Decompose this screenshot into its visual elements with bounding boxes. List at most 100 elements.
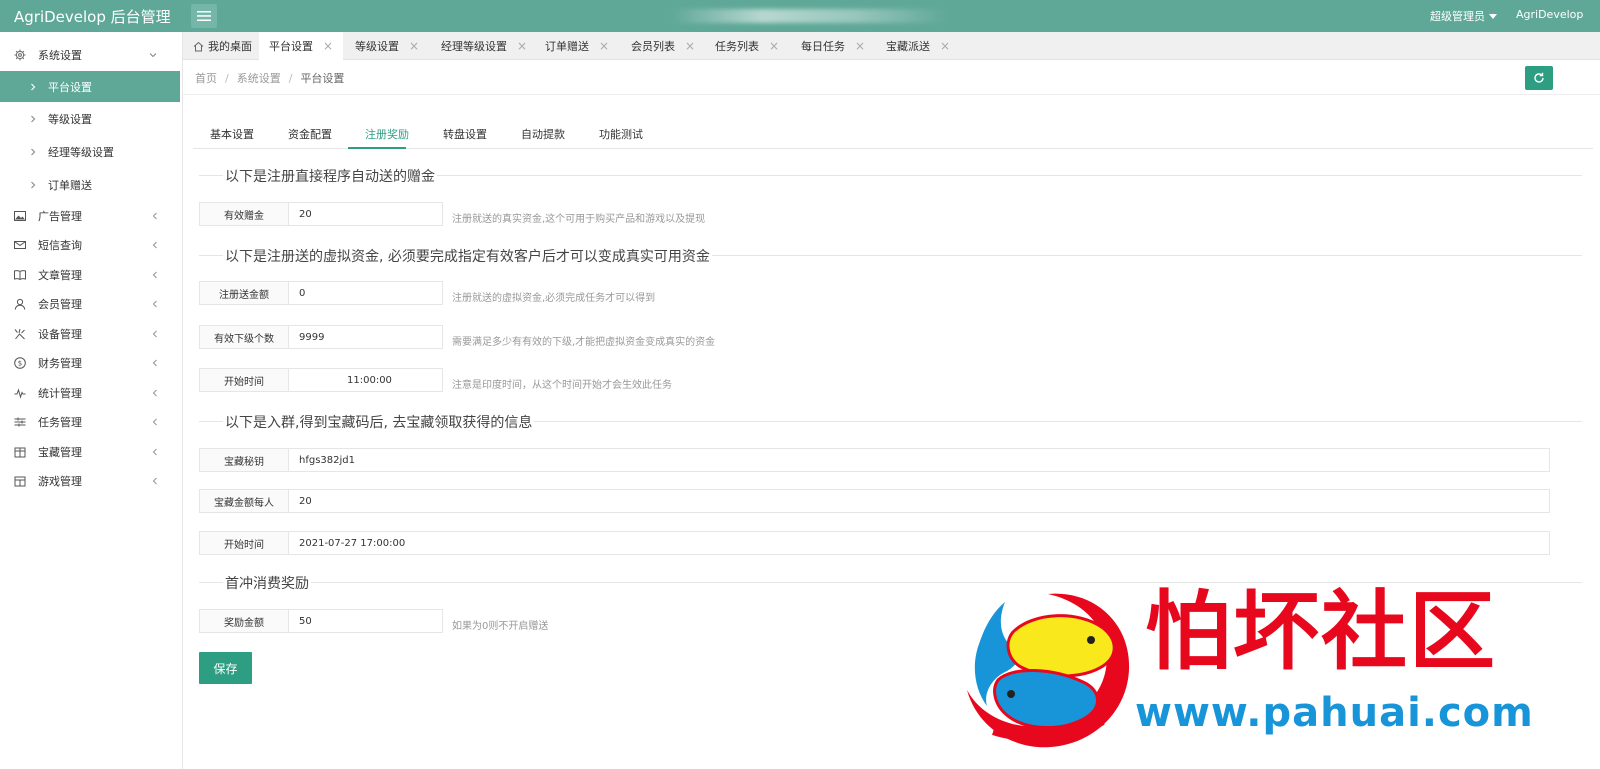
chevron-left-icon [152,212,157,220]
sidebar-item-games[interactable]: 游戏管理 [0,466,183,496]
breadcrumb-separator: / [288,72,293,85]
breadcrumb-home[interactable]: 首页 [195,72,217,85]
sidebar-item-label: 短信查询 [38,239,82,252]
watermark-url: www.pahuai.com [1135,690,1534,736]
gear-icon [14,49,26,61]
chevron-left-icon [152,330,157,338]
breadcrumb-parent[interactable]: 系统设置 [237,72,281,85]
tab-task-list[interactable]: 任务列表 × [705,32,789,60]
device-icon [14,328,25,340]
tab-label: 平台设置 [269,40,313,53]
first-reward-hint: 如果为0则不开启赠送 [452,621,549,632]
sidebar-item-statistics[interactable]: 统计管理 [0,378,183,408]
sidebar-item-finance[interactable]: $ 财务管理 [0,348,183,378]
close-icon[interactable]: × [409,39,419,53]
breadcrumb-current: 平台设置 [300,72,345,85]
chevron-left-icon [152,300,157,308]
sidebar-item-ads[interactable]: 广告管理 [0,201,183,231]
section-title-first-recharge: 首冲消费奖励 [223,573,311,593]
refresh-button[interactable] [1525,66,1553,90]
first-reward-input[interactable]: 50 [288,609,443,633]
sidebar-item-label: 文章管理 [38,269,82,282]
treasure-amount-input[interactable]: 20 [288,489,1550,513]
close-icon[interactable]: × [769,39,779,53]
chevron-right-icon [31,181,36,189]
book-icon [14,270,26,281]
sidebar-item-order-gift[interactable]: 订单赠送 [0,170,180,200]
sidebar-item-articles[interactable]: 文章管理 [0,260,183,290]
tab-basic-settings[interactable]: 基本设置 [210,126,254,142]
chevron-left-icon [152,448,157,456]
sidebar-item-label: 会员管理 [38,298,82,311]
menu-toggle-button[interactable] [191,4,217,28]
tab-daily-tasks[interactable]: 每日任务 × [791,32,875,60]
sidebar-item-platform-settings[interactable]: 平台设置 [0,71,180,102]
close-icon[interactable]: × [599,39,609,53]
bonus-label: 有效赠金 [199,202,289,226]
tab-level-settings[interactable]: 等级设置 × [345,32,429,60]
close-icon[interactable]: × [940,39,950,53]
fish-logo-icon [967,593,1130,748]
close-icon[interactable]: × [323,39,333,53]
breadcrumb: 首页 / 系统设置 / 平台设置 [195,70,344,86]
sub-count-hint: 需要满足多少有有效的下级,才能把虚拟资金变成真实的资金 [452,337,716,348]
sidebar-item-label: 等级设置 [48,113,92,126]
virtual-amount-input[interactable]: 0 [288,281,443,305]
chevron-left-icon [152,271,157,279]
sub-count-label: 有效下级个数 [199,325,289,349]
start-time-input[interactable]: 11:00:00 [288,368,443,392]
tab-member-list[interactable]: 会员列表 × [621,32,705,60]
sidebar: 系统设置 平台设置 等级设置 经理等级设置 订单赠送 广告管理 短信查询 文章管… [0,32,183,769]
user-icon [14,298,26,310]
close-icon[interactable]: × [517,39,527,53]
active-tab-indicator [348,147,406,149]
tab-wheel-settings[interactable]: 转盘设置 [443,126,487,142]
sidebar-item-manager-level-settings[interactable]: 经理等级设置 [0,137,180,167]
svg-text:$: $ [18,360,22,368]
bonus-input[interactable]: 20 [288,202,443,226]
tab-manager-level-settings[interactable]: 经理等级设置 × [431,32,537,60]
sidebar-group-system-settings[interactable]: 系统设置 [0,40,183,70]
user-menu[interactable]: 超级管理员 [1430,8,1497,24]
tab-treasure-dispatch[interactable]: 宝藏派送 × [876,32,960,60]
page-tabs: 我的桌面 平台设置 × 等级设置 × 经理等级设置 × 订单赠送 × 会员列表 × 任务列… [183,32,1600,60]
tab-auto-withdraw[interactable]: 自动提款 [521,126,565,142]
tab-function-test[interactable]: 功能测试 [599,126,643,142]
sidebar-item-tasks[interactable]: 任务管理 [0,407,183,437]
tab-label: 等级设置 [355,40,399,53]
save-button[interactable]: 保存 [199,652,252,684]
task-icon [14,417,26,427]
hamburger-icon [197,11,211,21]
treasure-time-input[interactable]: 2021-07-27 17:00:00 [288,531,1550,555]
chevron-right-icon [31,148,36,156]
site-link[interactable]: AgriDevelop [1516,8,1583,21]
bonus-hint: 注册就送的真实资金,这个可用于购买产品和游戏以及提现 [452,214,706,225]
sidebar-item-sms[interactable]: 短信查询 [0,230,183,260]
sidebar-item-treasure[interactable]: 宝藏管理 [0,437,183,467]
mail-icon [14,241,26,249]
tab-fund-config[interactable]: 资金配置 [288,126,332,142]
tab-my-desktop[interactable]: 我的桌面 [183,32,262,60]
tab-label: 任务列表 [715,40,759,53]
start-time-label: 开始时间 [199,368,289,392]
money-icon: $ [14,357,26,369]
sidebar-item-label: 统计管理 [38,387,82,400]
treasure-key-input[interactable]: hfgs382jd1 [288,448,1550,472]
chevron-left-icon [152,359,157,367]
game-icon [14,476,26,487]
close-icon[interactable]: × [685,39,695,53]
tab-platform-settings[interactable]: 平台设置 × [259,32,344,60]
tab-order-gift[interactable]: 订单赠送 × [535,32,619,60]
chevron-down-icon [149,53,157,58]
tab-label: 会员列表 [631,40,675,53]
sidebar-item-members[interactable]: 会员管理 [0,289,183,319]
sidebar-item-devices[interactable]: 设备管理 [0,319,183,349]
chevron-right-icon [31,83,36,90]
tab-register-reward[interactable]: 注册奖励 [365,126,409,142]
watermark-text: 怕坏社区 [1145,581,1497,682]
app-title: AgriDevelop 后台管理 [14,8,171,26]
sidebar-item-level-settings[interactable]: 等级设置 [0,104,180,134]
sub-count-input[interactable]: 9999 [288,325,443,349]
close-icon[interactable]: × [855,39,865,53]
settings-tabs: 基本设置 资金配置 注册奖励 转盘设置 自动提款 功能测试 [193,120,1593,149]
